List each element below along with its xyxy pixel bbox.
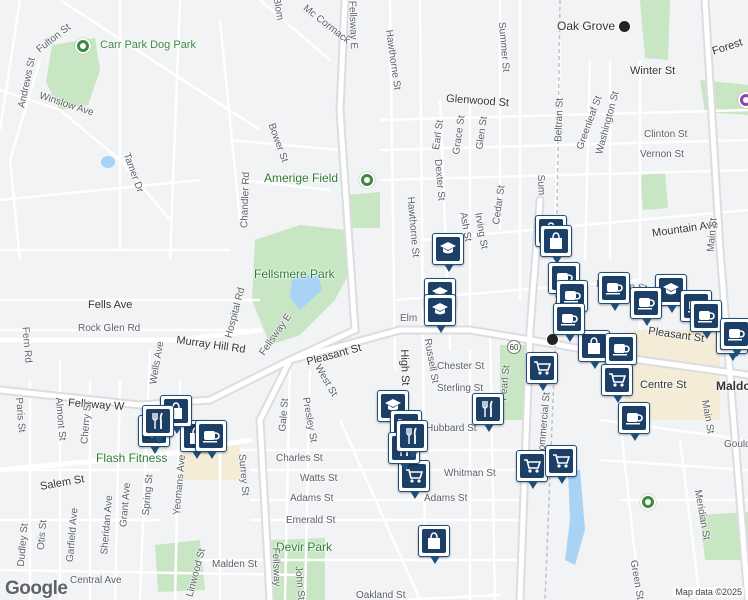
shopping-bag-icon[interactable] — [540, 225, 572, 264]
place-label: Oak Grove — [557, 19, 616, 33]
map-attribution[interactable]: Map data ©2025 — [673, 587, 744, 597]
street-label: Fellsway E — [346, 0, 360, 50]
street-label: Adams St — [424, 493, 468, 504]
restaurant-icon[interactable] — [142, 405, 174, 444]
route-shield: 60 — [507, 340, 521, 354]
park-pin-icon[interactable] — [75, 38, 91, 54]
street-label: Winter St — [630, 65, 676, 77]
street-label: Chester St — [437, 361, 485, 372]
grocery-cart-icon[interactable] — [601, 364, 633, 403]
street-label: Elm — [400, 313, 418, 324]
cafe-icon[interactable] — [605, 333, 637, 372]
park-label: Carr Park Dog Park — [100, 39, 196, 51]
street-label: Rock Glen Rd — [78, 323, 141, 334]
cafe-icon[interactable] — [630, 287, 662, 326]
google-logo: Google — [5, 578, 68, 599]
street-label: John St — [292, 565, 307, 600]
park-area-mid — [640, 172, 668, 210]
place-label: Maldon — [716, 379, 748, 393]
cafe-icon[interactable] — [720, 318, 748, 357]
street-label: High St — [397, 349, 412, 386]
school-icon[interactable] — [424, 294, 456, 333]
street-label: Oakland St — [356, 590, 406, 600]
transit-station-icon[interactable] — [618, 20, 631, 33]
street-label: Fells Ave — [88, 299, 133, 311]
street-label: Paris St — [13, 397, 28, 433]
grocery-cart-icon[interactable] — [545, 445, 577, 484]
street-label: Fellsway — [269, 547, 283, 587]
park-label: Devir Park — [276, 540, 333, 554]
grocery-cart-icon[interactable] — [516, 450, 548, 489]
school-icon[interactable] — [432, 233, 464, 272]
street-label: Hubbard St — [426, 423, 477, 434]
cafe-icon[interactable] — [690, 300, 722, 339]
park-label: Fellsmere Park — [254, 267, 335, 281]
cafe-icon[interactable] — [618, 402, 650, 441]
cafe-icon[interactable] — [553, 303, 585, 342]
street-label: Gould — [724, 439, 748, 450]
street-label: Centre St — [640, 379, 687, 391]
river — [565, 470, 585, 565]
restaurant-icon[interactable] — [472, 393, 504, 432]
grocery-cart-icon[interactable] — [526, 352, 558, 391]
street-label: Clinton St — [644, 129, 688, 140]
street-label: Beltran St — [553, 97, 566, 143]
park-pin-icon[interactable] — [640, 494, 656, 510]
map-canvas[interactable]: Fulton St Carr Park Dog Park Andrews St … — [0, 0, 748, 600]
street-label: Sum — [534, 174, 547, 196]
park-label: Amerige Field — [264, 171, 339, 185]
street-label: Vernon St — [640, 149, 684, 160]
street-label: Chandler Rd — [239, 171, 253, 229]
shopping-bag-icon[interactable] — [418, 525, 450, 564]
park-pin-icon[interactable] — [359, 172, 375, 188]
street-label: Adams St — [290, 493, 334, 504]
small-pond — [101, 156, 115, 168]
street-label: Fern Rd — [19, 326, 34, 364]
street-label: Malden St — [212, 559, 258, 570]
street-label: Watts St — [300, 473, 338, 484]
street-label: Whitman St — [444, 468, 496, 479]
restaurant-icon[interactable] — [396, 420, 428, 459]
cafe-icon[interactable] — [195, 420, 227, 459]
park-area-ne — [640, 0, 670, 60]
street-label: Central Ave — [70, 575, 122, 586]
cafe-icon[interactable] — [598, 272, 630, 311]
street-label: Charles St — [276, 453, 323, 464]
street-label: Emerald St — [286, 515, 336, 526]
place-pin-icon[interactable] — [738, 92, 748, 108]
